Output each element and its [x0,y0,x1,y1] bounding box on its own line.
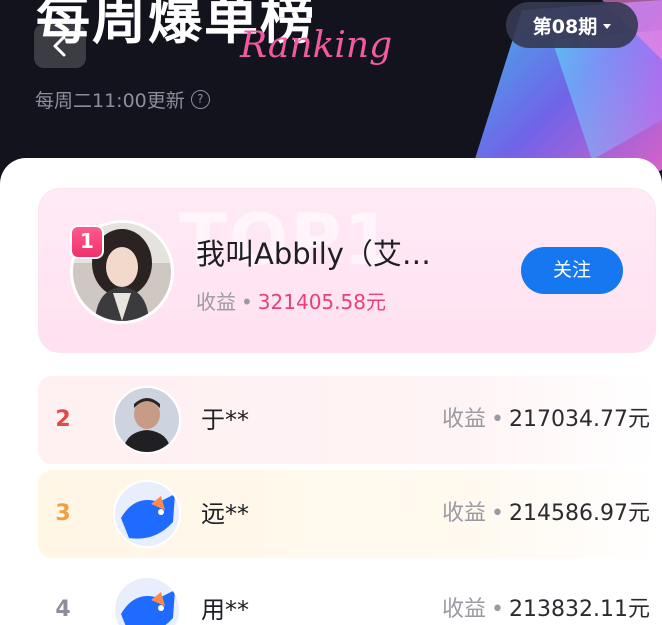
earnings: 收益 • 214586.97元 [442,470,650,558]
update-schedule-text: 每周二11:00更新 [35,90,185,112]
user-name: 于** [201,406,249,434]
caret-down-icon [603,23,612,29]
user-name: 用** [201,596,249,624]
period-label: 第08期 [532,15,598,38]
earnings-label: 收益 [196,290,236,314]
default-avatar-icon [115,482,179,546]
earnings-label: 收益 [442,407,487,432]
separator-dot: • [491,407,505,432]
separator-dot: • [241,290,253,314]
avatar[interactable] [113,386,181,454]
rank-number: 4 [55,597,71,622]
earnings-value: 214586.97元 [509,501,650,526]
separator-dot: • [491,501,505,526]
earnings-value: 217034.77元 [509,407,650,432]
update-schedule: 每周二11:00更新 ? [35,86,210,113]
top1-earnings: 收益 • 321405.58元 [196,286,386,315]
ranking-row[interactable]: 3 远** 收益 • 214586.97元 [38,470,658,558]
earnings-value: 321405.58元 [257,290,386,314]
period-selector[interactable]: 第08期 [506,2,638,48]
earnings-label: 收益 [442,597,487,622]
earnings: 收益 • 217034.77元 [442,376,650,464]
rank-number: 3 [55,501,71,526]
page-title-en: Ranking [240,25,393,66]
ranking-row[interactable]: 4 用** 收益 • 213832.11元 [38,566,658,625]
separator-dot: • [491,597,505,622]
rank-badge: 1 [70,225,104,259]
avatar-image [115,388,179,452]
top1-name: 我叫Abbily（艾… [196,237,431,271]
avatar[interactable] [113,576,181,625]
follow-button[interactable]: 关注 [521,247,623,294]
rank-number: 2 [55,407,71,432]
avatar[interactable] [113,480,181,548]
ranking-row[interactable]: 2 于** 收益 • 217034.77元 [38,376,658,464]
default-avatar-icon [115,578,179,625]
earnings-value: 213832.11元 [509,597,650,622]
user-name: 远** [201,500,249,528]
help-icon[interactable]: ? [190,90,210,109]
earnings: 收益 • 213832.11元 [442,566,650,625]
earnings-label: 收益 [442,501,487,526]
